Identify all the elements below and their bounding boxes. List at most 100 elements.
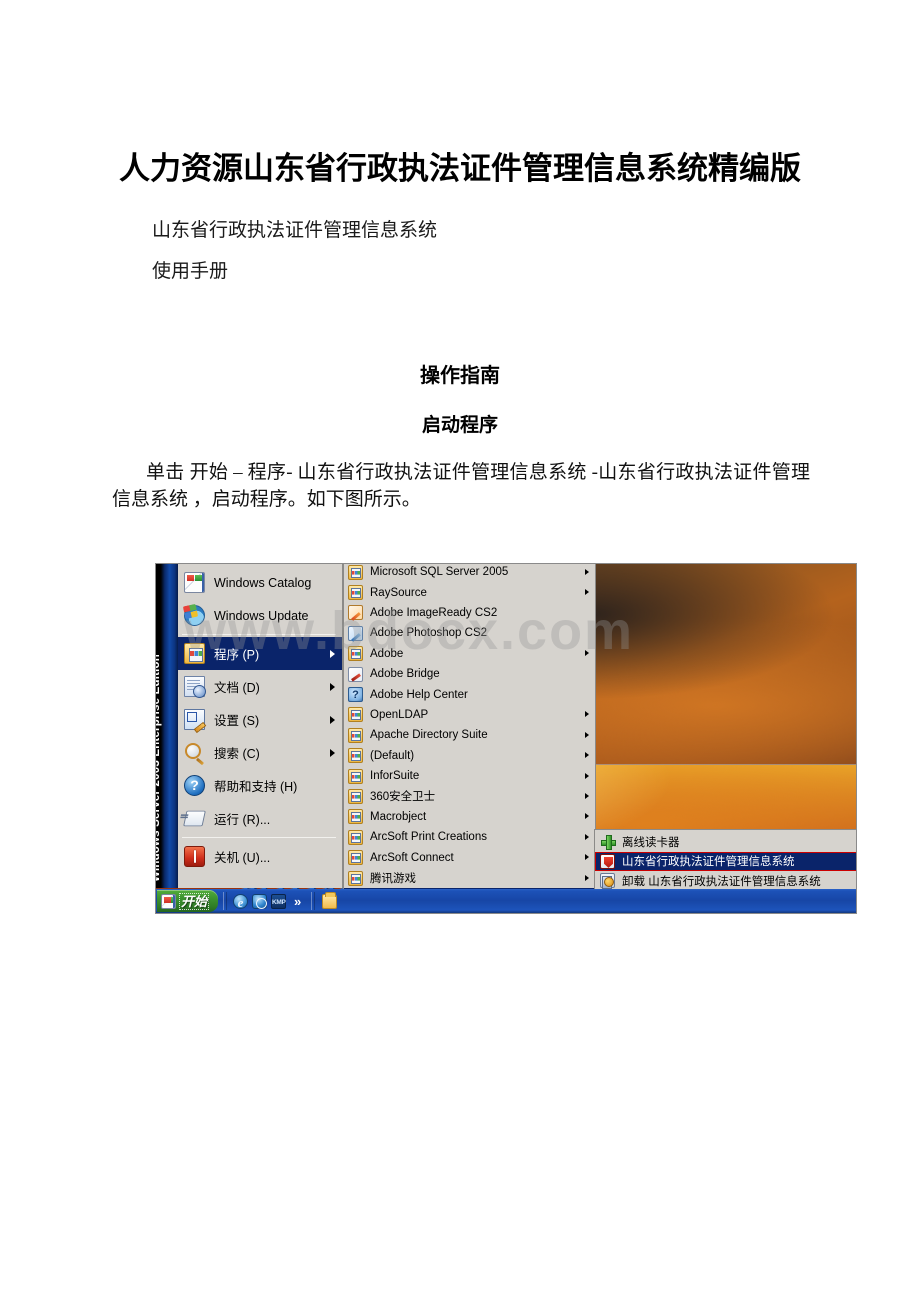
program-folder-icon xyxy=(348,646,363,662)
program-folder-icon xyxy=(348,850,363,866)
app-item-offline-card-reader[interactable]: 离线读卡器 xyxy=(595,832,856,852)
start-item-label: Windows Catalog xyxy=(214,575,312,590)
taskbar: 开始 » xyxy=(156,889,856,913)
submenu-item-arcsoft-print-creations[interactable]: ArcSoft Print Creations xyxy=(344,827,595,847)
start-item-search[interactable]: 搜索 (C) xyxy=(178,736,342,769)
taskbar-folder-item[interactable] xyxy=(318,891,338,909)
submenu-item-label: (Default) xyxy=(370,749,415,762)
start-menu-screenshot-figure: BLIZZARD www.bdocx.com Windows Server 20… xyxy=(155,563,857,914)
submenu-item-inforsuite[interactable]: InforSuite xyxy=(344,766,595,786)
chevron-right-icon xyxy=(585,752,589,759)
ie-icon[interactable] xyxy=(233,893,249,909)
folder-icon xyxy=(322,891,338,909)
help-center-icon xyxy=(348,687,363,703)
submenu-item-apache-directory-suite[interactable]: Apache Directory Suite xyxy=(344,725,595,745)
submenu-item-label: InforSuite xyxy=(370,770,420,783)
submenu-item-adobe-help-center[interactable]: Adobe Help Center xyxy=(344,684,595,704)
start-item-programs[interactable]: 程序 (P) xyxy=(178,637,342,670)
submenu-item-imageready[interactable]: Adobe ImageReady CS2 xyxy=(344,603,595,623)
start-item-label: 文档 (D) xyxy=(214,681,260,695)
start-item-documents[interactable]: 文档 (D) xyxy=(178,670,342,703)
chevron-right-icon xyxy=(585,772,589,779)
chevron-right-icon xyxy=(585,854,589,861)
chevron-right-icon xyxy=(585,813,589,820)
chevron-right-icon xyxy=(585,833,589,840)
taskbar-divider-1 xyxy=(223,892,228,910)
kmp-icon[interactable] xyxy=(271,893,287,909)
program-folder-icon xyxy=(348,768,363,784)
imageready-icon xyxy=(348,605,363,621)
start-item-windows-update[interactable]: Windows Update xyxy=(178,599,342,632)
program-folder-icon xyxy=(348,870,363,886)
heading-operation-guide: 操作指南 xyxy=(420,364,500,387)
submenu-item-label: 360安全卫士 xyxy=(370,791,436,804)
start-menu-items: Windows Catalog Windows Update 程序 (P) 文档… xyxy=(178,564,342,888)
submenu-item-label: 腾讯游戏 xyxy=(370,873,416,886)
start-button[interactable]: 开始 xyxy=(157,890,219,912)
submenu-item-label: Microsoft SQL Server 2005 xyxy=(370,566,509,579)
submenu-item-sql-server[interactable]: Microsoft SQL Server 2005 xyxy=(344,564,595,582)
chevron-right-icon xyxy=(585,792,589,799)
program-folder-icon xyxy=(348,707,363,723)
program-folder-icon xyxy=(348,829,363,845)
start-item-help-support[interactable]: 帮助和支持 (H) xyxy=(178,769,342,802)
start-item-shutdown[interactable]: 关机 (U)... xyxy=(178,840,342,873)
documents-icon xyxy=(184,676,206,698)
submenu-item-label: Macrobject xyxy=(370,810,427,823)
submenu-item-tencent-games[interactable]: 腾讯游戏 xyxy=(344,868,595,888)
quick-launch-bar: » xyxy=(230,893,308,909)
start-item-label: 程序 (P) xyxy=(214,648,260,662)
app-item-launch-system[interactable]: 山东省行政执法证件管理信息系统 xyxy=(595,851,856,872)
start-item-label: 运行 (R)... xyxy=(214,813,271,827)
program-folder-icon xyxy=(348,727,363,743)
submenu-item-photoshop[interactable]: Adobe Photoshop CS2 xyxy=(344,623,595,643)
chevron-right-icon xyxy=(330,682,335,691)
submenu-item-label: Adobe Bridge xyxy=(370,668,440,681)
program-folder-icon xyxy=(348,809,363,825)
start-item-windows-catalog[interactable]: Windows Catalog xyxy=(178,566,342,599)
program-folder-icon xyxy=(348,788,363,804)
submenu-item-raysource[interactable]: RaySource xyxy=(344,582,595,602)
submenu-item-arcsoft-connect[interactable]: ArcSoft Connect xyxy=(344,847,595,867)
chevron-right-icon xyxy=(585,874,589,881)
app-item-label: 卸载 山东省行政执法证件管理信息系统 xyxy=(622,875,821,888)
shutdown-icon xyxy=(184,846,205,867)
app-icon xyxy=(600,853,615,869)
programs-folder-icon xyxy=(184,643,205,664)
browser-icon[interactable] xyxy=(252,893,268,909)
chevron-right-icon xyxy=(585,568,589,575)
windows-flag-icon xyxy=(161,893,176,909)
run-icon xyxy=(183,810,206,827)
quick-launch-more-icon[interactable]: » xyxy=(294,894,301,909)
program-folder-icon xyxy=(348,585,363,601)
submenu-item-label: Adobe xyxy=(370,647,404,660)
submenu-item-label: Adobe Help Center xyxy=(370,688,468,701)
program-folder-icon xyxy=(348,564,363,580)
submenu-item-label: Adobe Photoshop CS2 xyxy=(370,627,488,640)
app-item-uninstall-system[interactable]: 卸载 山东省行政执法证件管理信息系统 xyxy=(595,871,856,891)
programs-submenu: Microsoft SQL Server 2005 RaySource Adob… xyxy=(343,564,596,910)
app-item-label: 离线读卡器 xyxy=(622,836,680,849)
submenu-item-adobe-bridge[interactable]: Adobe Bridge xyxy=(344,664,595,684)
page-title: 人力资源山东省行政执法证件管理信息系统精编版 xyxy=(119,151,801,186)
instruction-paragraph: 单击 开始 – 程序- 山东省行政执法证件管理信息系统 -山东省行政执法证件管理… xyxy=(112,461,810,511)
chevron-right-icon xyxy=(585,731,589,738)
submenu-item-360-safe[interactable]: 360安全卫士 xyxy=(344,786,595,806)
start-button-label: 开始 xyxy=(179,892,210,910)
submenu-item-default[interactable]: (Default) xyxy=(344,746,595,766)
submenu-item-label: Adobe ImageReady CS2 xyxy=(370,606,498,619)
submenu-item-macrobject[interactable]: Macrobject xyxy=(344,807,595,827)
chevron-right-icon xyxy=(585,711,589,718)
submenu-item-label: OpenLDAP xyxy=(370,708,429,721)
program-folder-icon xyxy=(348,748,363,764)
submenu-item-openldap[interactable]: OpenLDAP xyxy=(344,705,595,725)
start-item-run[interactable]: 运行 (R)... xyxy=(178,802,342,835)
start-item-settings[interactable]: 设置 (S) xyxy=(178,703,342,736)
chevron-right-icon xyxy=(330,748,335,757)
chevron-right-icon xyxy=(585,589,589,596)
submenu-item-adobe[interactable]: Adobe xyxy=(344,644,595,664)
settings-icon xyxy=(184,709,205,730)
start-menu-separator-2 xyxy=(182,837,336,838)
start-item-label: 关机 (U)... xyxy=(214,851,271,865)
submenu-item-label: ArcSoft Print Creations xyxy=(370,831,487,844)
